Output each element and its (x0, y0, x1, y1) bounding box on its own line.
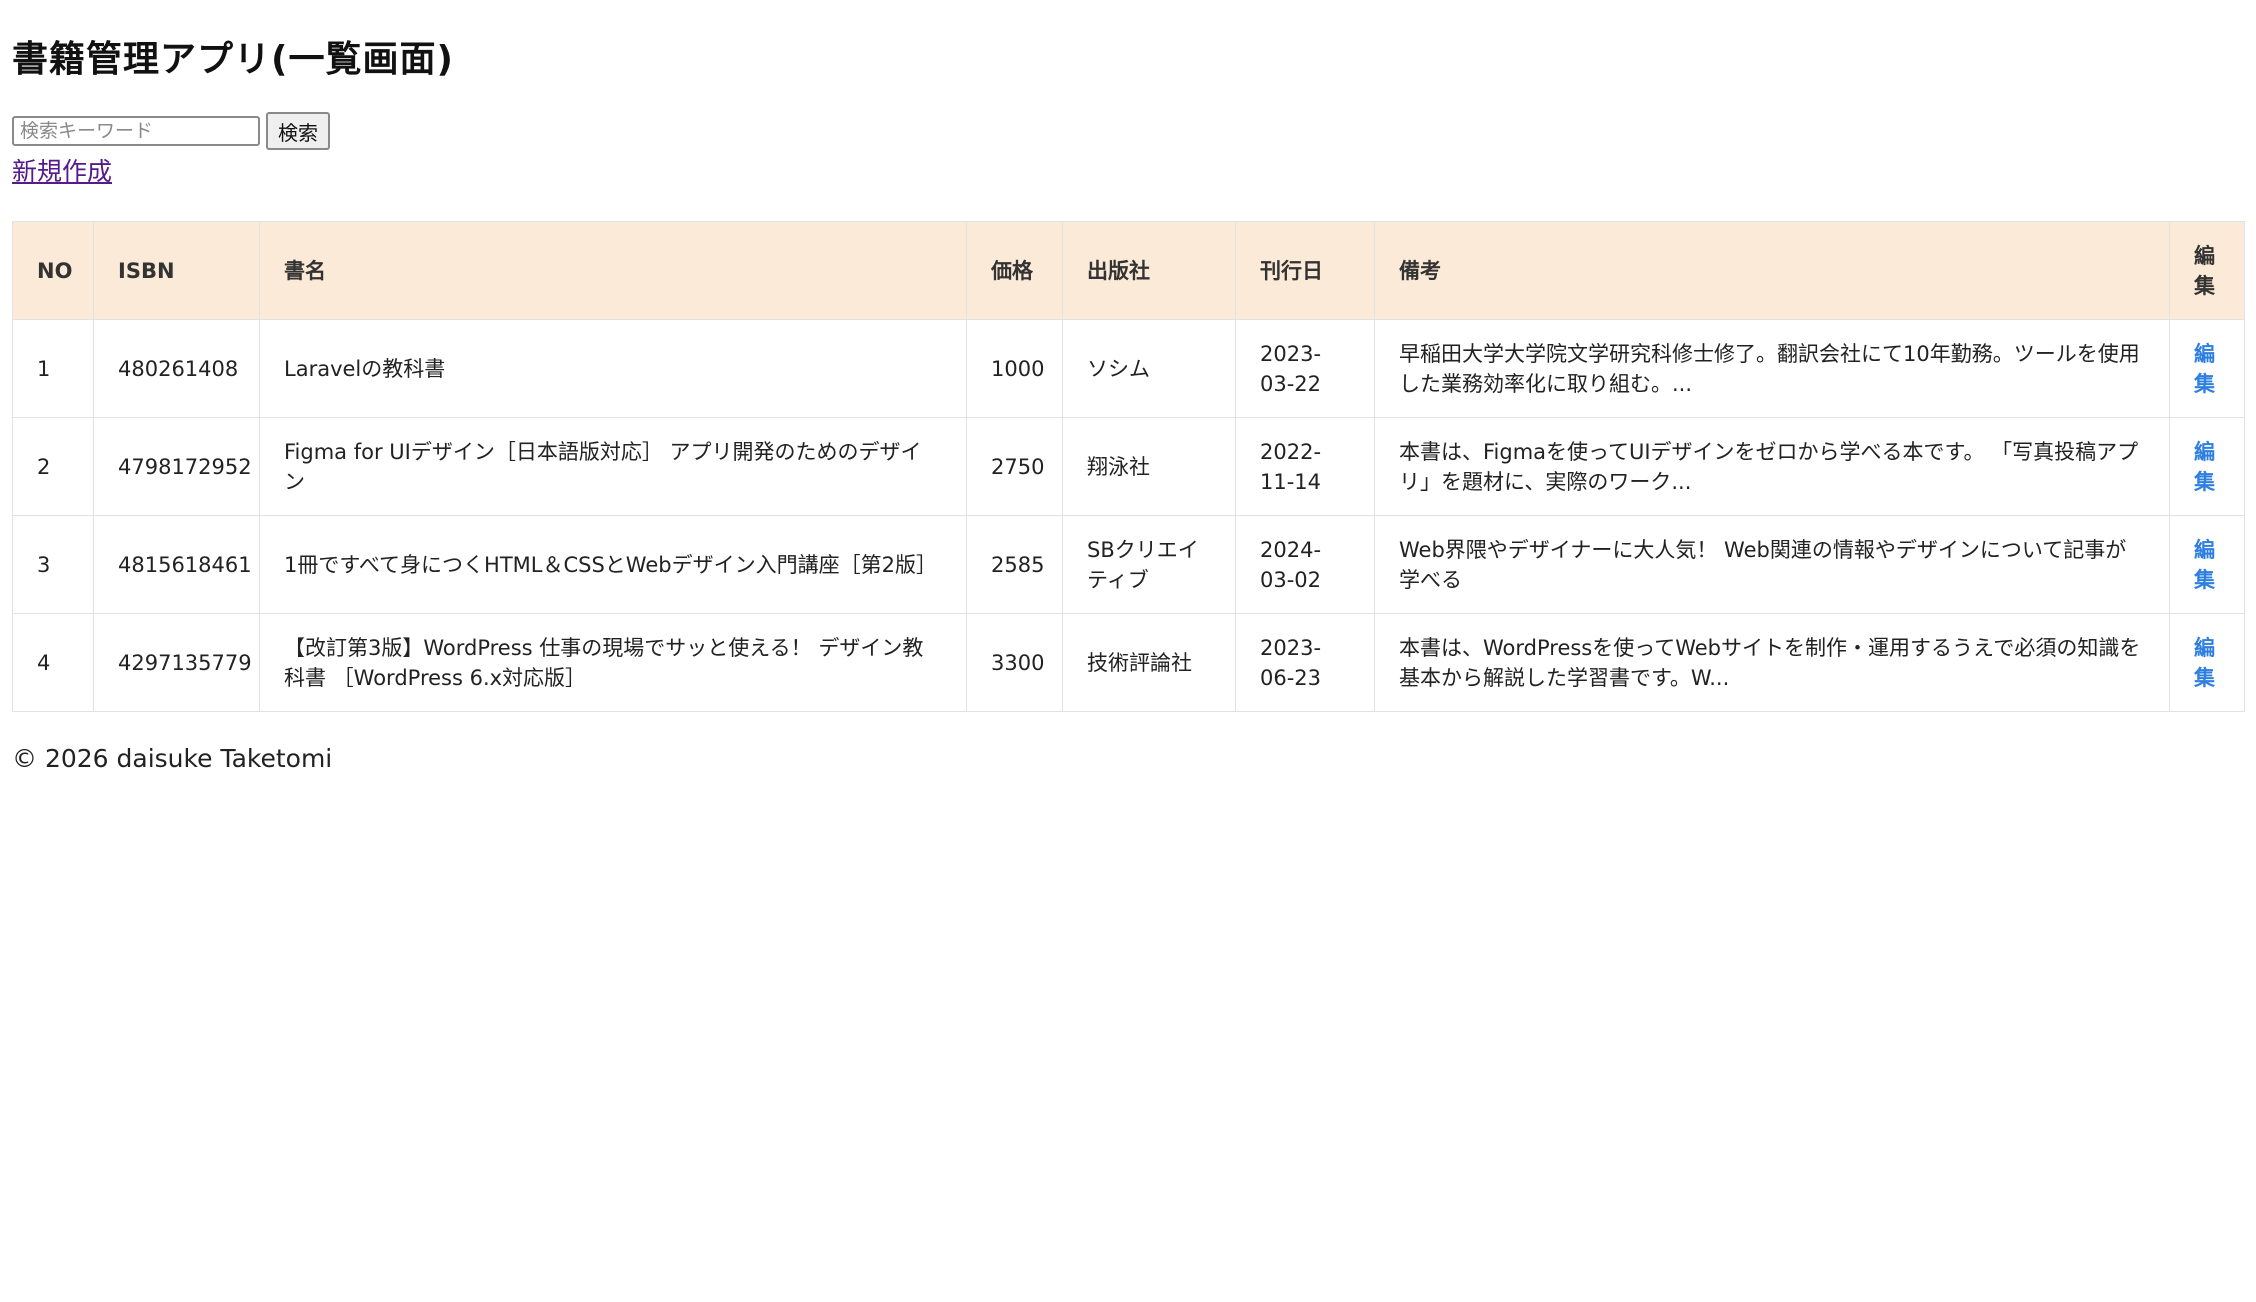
column-header-edit: 編集 (2169, 221, 2245, 320)
cell-publisher: 技術評論社 (1062, 613, 1236, 712)
cell-note: 早稲田大学大学院文学研究科修士修了。翻訳会社にて10年勤務。ツールを使用した業務… (1374, 319, 2170, 418)
table-row: 1 480261408 Laravelの教科書 1000 ソシム 2023-03… (12, 319, 2245, 418)
cell-isbn: 4297135779 (93, 613, 260, 712)
cell-date: 2024-03-02 (1235, 515, 1375, 614)
table-row: 2 4798172952 Figma for UIデザイン［日本語版対応］ アプ… (12, 417, 2245, 516)
cell-edit: 編集 (2169, 515, 2245, 614)
cell-no: 4 (12, 613, 94, 712)
cell-publisher: SBクリエイティブ (1062, 515, 1236, 614)
cell-publisher: 翔泳社 (1062, 417, 1236, 516)
table-row: 3 4815618461 1冊ですべて身につくHTML＆CSSとWebデザイン入… (12, 515, 2245, 614)
page-title: 書籍管理アプリ(一覧画面) (12, 39, 454, 80)
search-input[interactable] (12, 116, 260, 146)
table-header-row: NO ISBN 書名 価格 出版社 刊行日 備考 編集 (12, 221, 2245, 320)
table-row: 4 4297135779 【改訂第3版】WordPress 仕事の現場でサッと使… (12, 613, 2245, 712)
edit-link[interactable]: 編集 (2194, 636, 2215, 690)
cell-isbn: 4815618461 (93, 515, 260, 614)
books-table: NO ISBN 書名 価格 出版社 刊行日 備考 編集 1 480261408 … (12, 221, 2245, 712)
column-header-title: 書名 (259, 221, 967, 320)
cell-isbn: 480261408 (93, 319, 260, 418)
cell-date: 2023-03-22 (1235, 319, 1375, 418)
cell-edit: 編集 (2169, 613, 2245, 712)
cell-price: 2585 (966, 515, 1063, 614)
cell-date: 2023-06-23 (1235, 613, 1375, 712)
search-button[interactable]: 検索 (266, 112, 330, 150)
cell-no: 3 (12, 515, 94, 614)
cell-note: 本書は、WordPressを使ってWebサイトを制作・運用するうえで必須の知識を… (1374, 613, 2170, 712)
edit-link[interactable]: 編集 (2194, 342, 2215, 396)
column-header-isbn: ISBN (93, 221, 260, 320)
edit-link[interactable]: 編集 (2194, 440, 2215, 494)
cell-title: Figma for UIデザイン［日本語版対応］ アプリ開発のためのデザイン (259, 417, 967, 516)
cell-title: 1冊ですべて身につくHTML＆CSSとWebデザイン入門講座［第2版］ (259, 515, 967, 614)
cell-no: 1 (12, 319, 94, 418)
column-header-price: 価格 (966, 221, 1063, 320)
edit-link[interactable]: 編集 (2194, 538, 2215, 592)
column-header-publisher: 出版社 (1062, 221, 1236, 320)
cell-title: 【改訂第3版】WordPress 仕事の現場でサッと使える！ デザイン教科書 ［… (259, 613, 967, 712)
cell-publisher: ソシム (1062, 319, 1236, 418)
cell-no: 2 (12, 417, 94, 516)
cell-price: 3300 (966, 613, 1063, 712)
cell-note: 本書は、Figmaを使ってUIデザインをゼロから学べる本です。 「写真投稿アプリ… (1374, 417, 2170, 516)
column-header-no: NO (12, 221, 94, 320)
cell-edit: 編集 (2169, 319, 2245, 418)
column-header-date: 刊行日 (1235, 221, 1375, 320)
cell-date: 2022-11-14 (1235, 417, 1375, 516)
search-form: 検索 (12, 112, 330, 150)
cell-note: Web界隈やデザイナーに大人気！ Web関連の情報やデザインについて記事が学べる (1374, 515, 2170, 614)
cell-isbn: 4798172952 (93, 417, 260, 516)
cell-price: 1000 (966, 319, 1063, 418)
footer-copyright: © 2026 daisuke Taketomi (12, 744, 333, 773)
cell-price: 2750 (966, 417, 1063, 516)
cell-edit: 編集 (2169, 417, 2245, 516)
column-header-note: 備考 (1374, 221, 2170, 320)
new-book-link[interactable]: 新規作成 (12, 152, 112, 188)
cell-title: Laravelの教科書 (259, 319, 967, 418)
